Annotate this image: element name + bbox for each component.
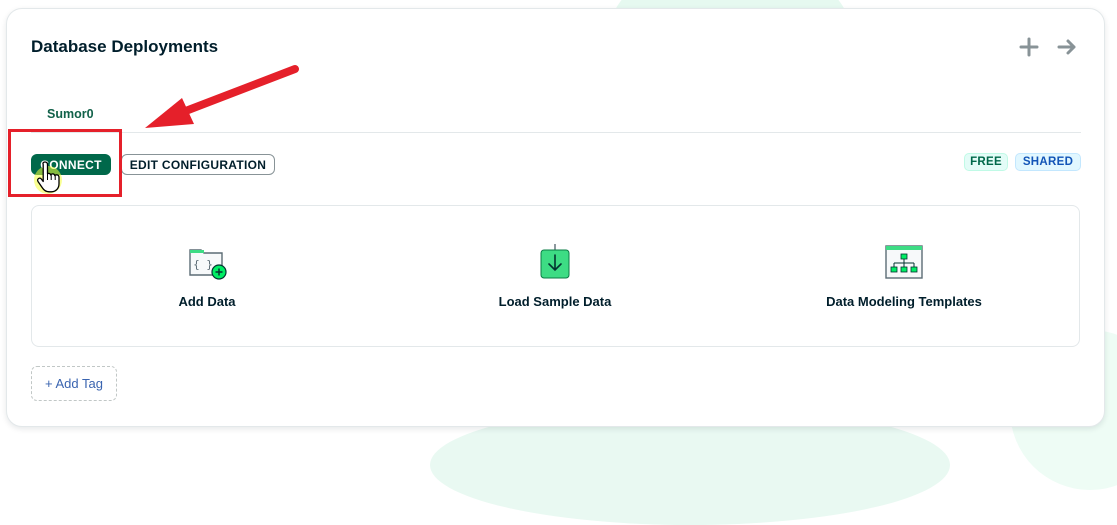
plus-icon[interactable] xyxy=(1017,35,1041,59)
download-icon xyxy=(540,244,570,279)
quick-actions-panel: { } Add Data Load Sample Data Data Model… xyxy=(31,205,1080,347)
free-badge: FREE xyxy=(964,153,1008,171)
folder-plus-icon: { } xyxy=(189,249,227,280)
add-data-action[interactable]: { } Add Data xyxy=(82,206,332,346)
add-data-label: Add Data xyxy=(178,294,236,309)
hierarchy-icon xyxy=(885,245,923,279)
shared-badge: SHARED xyxy=(1015,153,1081,171)
tab-label: Sumor0 xyxy=(47,107,94,121)
edit-configuration-button[interactable]: EDIT CONFIGURATION xyxy=(121,154,275,175)
page-title: Database Deployments xyxy=(31,37,219,56)
load-sample-data-action[interactable]: Load Sample Data xyxy=(430,206,680,346)
data-modeling-templates-label: Data Modeling Templates xyxy=(826,294,982,309)
pointer-arrow-annotation xyxy=(145,65,299,128)
add-tag-button[interactable]: + Add Tag xyxy=(31,366,117,401)
arrow-right-icon[interactable] xyxy=(1055,35,1079,59)
data-modeling-templates-action[interactable]: Data Modeling Templates xyxy=(779,206,1029,346)
load-sample-data-label: Load Sample Data xyxy=(498,294,612,309)
pointer-hand-icon xyxy=(34,161,62,194)
svg-text:{ }: { } xyxy=(193,258,213,271)
